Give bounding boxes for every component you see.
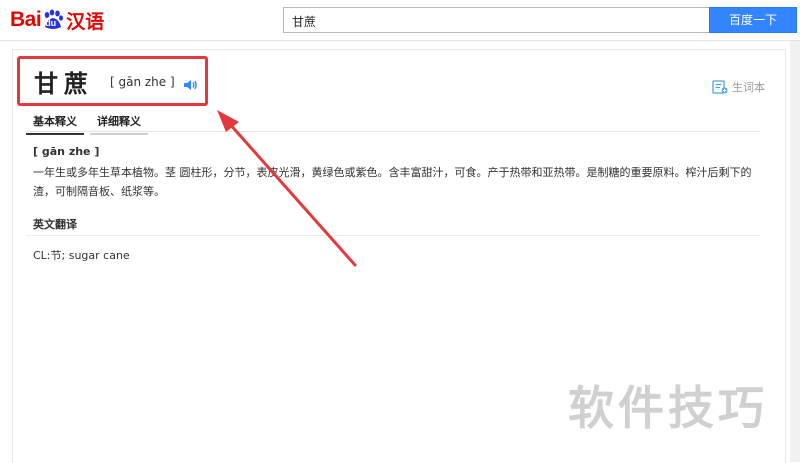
watermark-text: 软件技巧 (568, 381, 768, 435)
